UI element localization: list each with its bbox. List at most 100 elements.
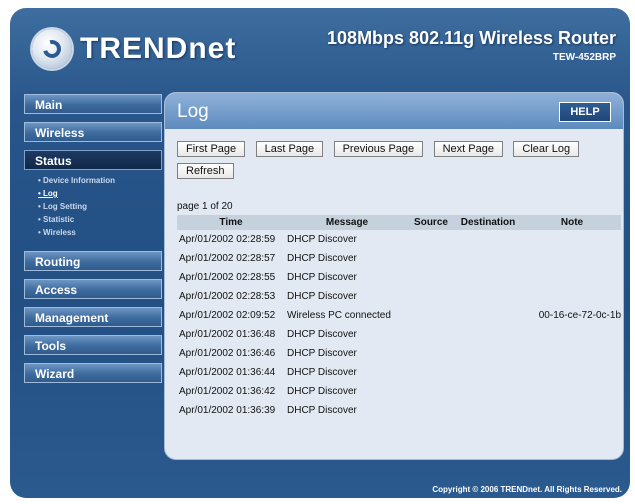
cell-note: [523, 401, 621, 420]
cell-source: [409, 344, 453, 363]
page-title: Log: [177, 101, 209, 122]
cell-destination: [453, 287, 523, 306]
product-model: TEW-452BRP: [552, 52, 616, 63]
table-row: Apr/01/2002 02:09:52 Wireless PC connecte…: [177, 306, 621, 325]
status-subnav: • Device Information • Log • Log Setting…: [38, 174, 162, 239]
table-row: Apr/01/2002 02:28:55 DHCP Discover: [177, 268, 621, 287]
cell-source: [409, 325, 453, 344]
panel-header: Log HELP: [165, 93, 623, 129]
column-header-destination: Destination: [453, 215, 523, 230]
router-frame: TRENDnet 108Mbps 802.11g Wireless Router…: [10, 8, 630, 498]
logo-emblem-icon: [32, 29, 72, 69]
cell-destination: [453, 363, 523, 382]
copyright-footer: Copyright © 2006 TRENDnet. All Rights Re…: [432, 485, 622, 494]
table-row: Apr/01/2002 02:28:57 DHCP Discover: [177, 249, 621, 268]
cell-message: DHCP Discover: [287, 348, 357, 359]
cell-source: [409, 306, 453, 325]
cell-destination: [453, 230, 523, 249]
cell-time: Apr/01/2002 02:09:52: [179, 310, 276, 321]
cell-destination: [453, 382, 523, 401]
table-row: Apr/01/2002 01:36:39 DHCP Discover: [177, 401, 621, 420]
column-header-time: Time: [177, 215, 285, 230]
cell-time: Apr/01/2002 01:36:42: [179, 386, 276, 397]
table-row: Apr/01/2002 01:36:42 DHCP Discover: [177, 382, 621, 401]
cell-source: [409, 363, 453, 382]
subnav-item-statistic[interactable]: • Statistic: [38, 213, 162, 226]
cell-time: Apr/01/2002 01:36:44: [179, 367, 276, 378]
sidebar-item-access[interactable]: Access: [24, 279, 162, 299]
cell-note: [523, 249, 621, 268]
last-page-button[interactable]: Last Page: [255, 141, 324, 157]
cell-destination: [453, 249, 523, 268]
sidebar-item-tools[interactable]: Tools: [24, 335, 162, 355]
column-header-source: Source: [409, 215, 453, 230]
sidebar-item-status[interactable]: Status: [24, 150, 162, 170]
subnav-item-log-setting[interactable]: • Log Setting: [38, 200, 162, 213]
sidebar-item-main[interactable]: Main: [24, 94, 162, 114]
table-header-row: Time Message Source Destination Note: [177, 215, 621, 230]
cell-note: [523, 382, 621, 401]
cell-source: [409, 249, 453, 268]
cell-note: 00-16-ce-72-0c-1b: [538, 310, 621, 321]
page-indicator: page 1 of 20: [177, 201, 233, 212]
column-header-message: Message: [285, 215, 409, 230]
sidebar-item-wireless[interactable]: Wireless: [24, 122, 162, 142]
cell-time: Apr/01/2002 02:28:55: [179, 272, 276, 283]
subnav-item-log[interactable]: • Log: [38, 187, 162, 200]
cell-destination: [453, 401, 523, 420]
cell-message: DHCP Discover: [287, 405, 357, 416]
sidebar-item-wizard[interactable]: Wizard: [24, 363, 162, 383]
subnav-item-device-information[interactable]: • Device Information: [38, 174, 162, 187]
product-title: 108Mbps 802.11g Wireless Router: [327, 28, 616, 48]
cell-source: [409, 268, 453, 287]
cell-message: DHCP Discover: [287, 272, 357, 283]
cell-time: Apr/01/2002 01:36:39: [179, 405, 276, 416]
sidebar-item-routing[interactable]: Routing: [24, 251, 162, 271]
cell-message: DHCP Discover: [287, 367, 357, 378]
cell-message: DHCP Discover: [287, 329, 357, 340]
cell-message: Wireless PC connected: [287, 310, 391, 321]
trendnet-logo: TRENDnet: [32, 24, 236, 74]
cell-destination: [453, 268, 523, 287]
cell-note: [523, 325, 621, 344]
cell-message: DHCP Discover: [287, 234, 357, 245]
table-row: Apr/01/2002 02:28:53 DHCP Discover: [177, 287, 621, 306]
cell-time: Apr/01/2002 02:28:53: [179, 291, 276, 302]
help-button[interactable]: HELP: [559, 102, 611, 122]
sidebar-nav: Main Wireless Status • Device Informatio…: [24, 94, 162, 391]
cell-time: Apr/01/2002 02:28:57: [179, 253, 276, 264]
cell-source: [409, 382, 453, 401]
cell-destination: [453, 306, 523, 325]
log-table: Time Message Source Destination Note Apr…: [177, 215, 621, 420]
cell-time: Apr/01/2002 01:36:46: [179, 348, 276, 359]
cell-note: [523, 363, 621, 382]
cell-message: DHCP Discover: [287, 253, 357, 264]
column-header-note: Note: [523, 215, 621, 230]
cell-note: [523, 287, 621, 306]
cell-source: [409, 401, 453, 420]
log-action-buttons: First Page Last Page Previous Page Next …: [177, 139, 617, 183]
cell-time: Apr/01/2002 02:28:59: [179, 234, 276, 245]
subnav-item-wireless[interactable]: • Wireless: [38, 226, 162, 239]
table-row: Apr/01/2002 01:36:44 DHCP Discover: [177, 363, 621, 382]
cell-time: Apr/01/2002 01:36:48: [179, 329, 276, 340]
cell-note: [523, 230, 621, 249]
first-page-button[interactable]: First Page: [177, 141, 246, 157]
table-row: Apr/01/2002 02:28:59 DHCP Discover: [177, 230, 621, 249]
cell-destination: [453, 325, 523, 344]
previous-page-button[interactable]: Previous Page: [333, 141, 424, 157]
cell-message: DHCP Discover: [287, 386, 357, 397]
clear-log-button[interactable]: Clear Log: [513, 141, 580, 157]
cell-note: [523, 268, 621, 287]
logo-text: TRENDnet: [80, 32, 237, 65]
refresh-button[interactable]: Refresh: [177, 163, 234, 179]
log-table-body: Apr/01/2002 02:28:59 DHCP Discover Apr/01/…: [177, 230, 621, 420]
table-row: Apr/01/2002 01:36:48 DHCP Discover: [177, 325, 621, 344]
next-page-button[interactable]: Next Page: [433, 141, 503, 157]
cell-note: [523, 344, 621, 363]
table-row: Apr/01/2002 01:36:46 DHCP Discover: [177, 344, 621, 363]
sidebar-item-management[interactable]: Management: [24, 307, 162, 327]
cell-destination: [453, 344, 523, 363]
cell-source: [409, 230, 453, 249]
cell-source: [409, 287, 453, 306]
